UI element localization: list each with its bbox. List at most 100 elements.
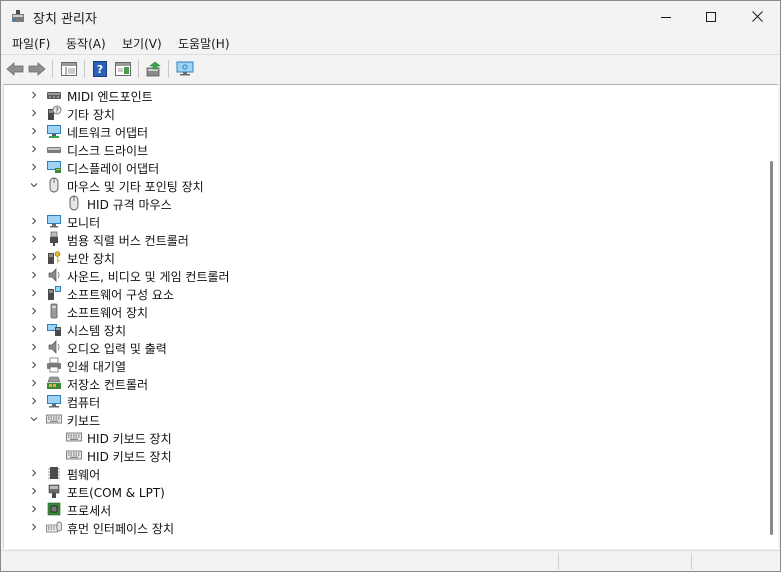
chevron-right-icon[interactable] [28,266,40,284]
tree-category[interactable]: 펌웨어 [4,464,764,482]
tree-item-label: 소프트웨어 구성 요소 [67,288,174,302]
tree-category[interactable]: 모니터 [4,212,764,230]
menu-help[interactable]: 도움말(H) [177,35,231,52]
chevron-right-icon[interactable] [28,392,40,410]
tree-category[interactable]: 인쇄 대기열 [4,356,764,374]
minimize-button[interactable] [643,1,689,32]
tree-category[interactable]: 저장소 컨트롤러 [4,374,764,392]
chevron-right-icon[interactable] [28,284,40,302]
menu-view[interactable]: 보기(V) [121,35,163,52]
tree-device[interactable]: HID 키보드 장치 [4,428,764,446]
maximize-button[interactable] [688,1,734,32]
tree-device[interactable]: HID 규격 마우스 [4,194,764,212]
chevron-right-icon[interactable] [28,248,40,266]
chevron-right-icon[interactable] [28,500,40,518]
window-title: 장치 관리자 [33,12,97,27]
security-key-icon [46,249,62,265]
scrollbar-thumb[interactable] [770,161,773,535]
chevron-right-icon[interactable] [28,338,40,356]
chevron-right-icon[interactable] [28,302,40,320]
menu-bar: 파일(F) 동작(A) 보기(V) 도움말(H) [1,32,780,54]
tree-item-label: 시스템 장치 [67,324,127,338]
chevron-right-icon[interactable] [28,464,40,482]
properties-pane-button[interactable] [58,58,80,80]
speaker-icon [46,339,62,355]
update-driver-button[interactable] [143,58,165,80]
tree-category[interactable]: 범용 직렬 버스 컨트롤러 [4,230,764,248]
tree-item-label: 범용 직렬 버스 컨트롤러 [67,234,189,248]
tree-category[interactable]: 소프트웨어 장치 [4,302,764,320]
tree-device[interactable]: HID 키보드 장치 [4,446,764,464]
tree-item-label: 오디오 입력 및 출력 [67,342,167,356]
chevron-right-icon[interactable] [28,482,40,500]
help-icon: ? [93,61,107,77]
chevron-down-icon[interactable] [28,410,40,428]
status-pane [558,553,691,570]
tree-category[interactable]: 사운드, 비디오 및 게임 컨트롤러 [4,266,764,284]
speaker-icon [46,267,62,283]
tree-category[interactable]: 프로세서 [4,500,764,518]
device-manager-window: 장치 관리자 파일(F) 동작(A) 보기(V) 도움말(H) ? MIDI 엔… [0,0,781,572]
svg-text:?: ? [55,107,59,115]
unknown-device-icon: ? [46,105,62,121]
tree-category[interactable]: 오디오 입력 및 출력 [4,338,764,356]
show-hide-pane-button[interactable] [112,58,134,80]
forward-button[interactable] [26,58,48,80]
tree-category[interactable]: 네트워크 어댑터 [4,122,764,140]
tree-category[interactable]: MIDI 엔드포인트 [4,86,764,104]
chevron-right-icon[interactable] [28,122,40,140]
device-tree-panel: MIDI 엔드포인트? 기타 장치 네트워크 어댑터 디스크 드라이브 디스플레이 어댑… [3,84,778,549]
chevron-right-icon[interactable] [28,158,40,176]
help-button[interactable]: ? [89,58,111,80]
chevron-right-icon[interactable] [28,212,40,230]
tree-item-label: 포트(COM & LPT) [67,486,165,500]
tree-category[interactable]: 컴퓨터 [4,392,764,410]
chevron-right-icon[interactable] [28,230,40,248]
menu-action[interactable]: 동작(A) [65,35,107,52]
chevron-right-icon[interactable] [28,104,40,122]
show-hide-pane-icon [115,62,131,76]
tree-item-label: 소프트웨어 장치 [67,306,149,320]
vertical-scrollbar[interactable] [766,85,778,548]
tree-category[interactable]: 시스템 장치 [4,320,764,338]
tree-category[interactable]: 포트(COM & LPT) [4,482,764,500]
tree-item-label: 보안 장치 [67,252,115,266]
chevron-right-icon[interactable] [28,374,40,392]
menu-file[interactable]: 파일(F) [11,35,51,52]
chevron-right-icon[interactable] [28,86,40,104]
monitor-icon [46,213,62,229]
status-pane [691,553,780,570]
toolbar-separator [84,60,85,78]
chevron-right-icon[interactable] [28,320,40,338]
mouse-icon [66,195,82,211]
tree-item-label: 인쇄 대기열 [67,360,127,374]
keyboard-icon [66,429,82,445]
minimize-icon [661,16,671,18]
tree-category[interactable]: 휴먼 인터페이스 장치 [4,518,764,536]
tree-category[interactable]: 보안 장치 [4,248,764,266]
tree-item-label: 컴퓨터 [67,396,101,410]
toolbar-separator [52,60,53,78]
chevron-right-icon[interactable] [28,356,40,374]
printer-icon [46,357,62,373]
tree-category[interactable]: ? 기타 장치 [4,104,764,122]
tree-category[interactable]: 소프트웨어 구성 요소 [4,284,764,302]
processor-icon [46,501,62,517]
tree-category[interactable]: 키보드 [4,410,764,428]
usb-icon [46,231,62,247]
chevron-right-icon[interactable] [28,140,40,158]
tree-item-label: 펌웨어 [67,468,101,482]
close-icon [751,11,763,22]
chevron-down-icon[interactable] [28,176,40,194]
tree-category[interactable]: 마우스 및 기타 포인팅 장치 [4,176,764,194]
tree-item-label: 키보드 [67,414,101,428]
tree-category[interactable]: 디스플레이 어댑터 [4,158,764,176]
close-button[interactable] [734,1,780,32]
device-tree[interactable]: MIDI 엔드포인트? 기타 장치 네트워크 어댑터 디스크 드라이브 디스플레이 어댑… [4,85,766,548]
software-device-icon [46,303,62,319]
tree-category[interactable]: 디스크 드라이브 [4,140,764,158]
back-button[interactable] [4,58,26,80]
tree-item-label: 저장소 컨트롤러 [67,378,149,392]
scan-hardware-button[interactable] [174,58,196,80]
chevron-right-icon[interactable] [28,518,40,536]
